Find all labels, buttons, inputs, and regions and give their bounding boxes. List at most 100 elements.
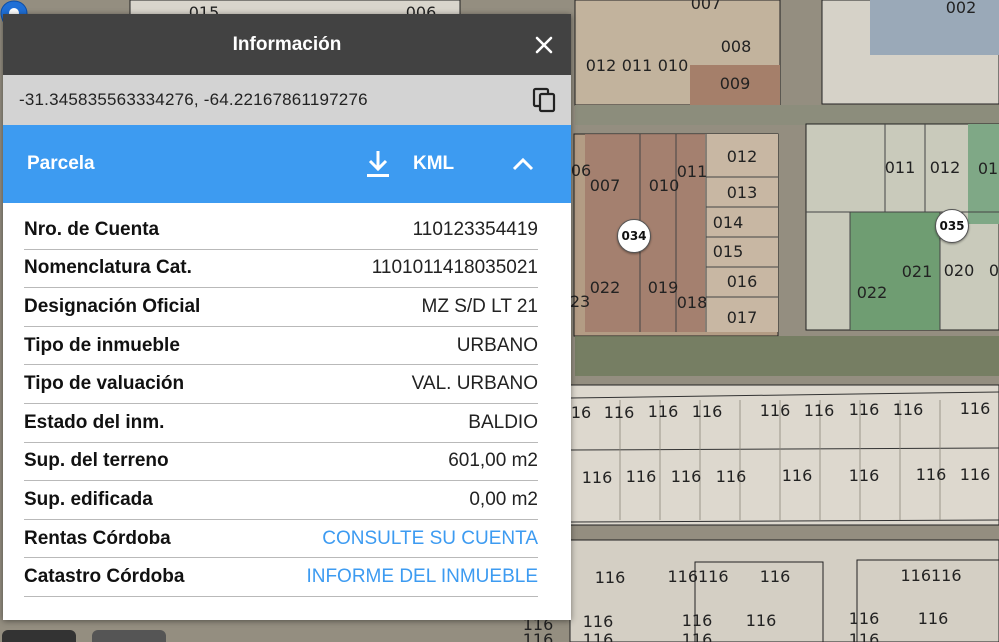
parcel-label: 116 [848,609,880,628]
parcel-label: 019 [647,278,679,297]
attribute-value: URBANO [456,334,538,356]
attribute-label: Nomenclatura Cat. [24,257,192,279]
parcel-label: 116 [582,630,614,642]
parcel-label: 06 [570,161,592,180]
parcel-label: 116116 [667,567,729,586]
download-icon[interactable] [365,149,391,179]
parcel-label: 016 [726,272,758,291]
parcel-label: 020 [943,261,975,280]
parcel-label: 01 [977,159,999,178]
rentas-link[interactable]: CONSULTE SU CUENTA [322,528,538,550]
parcel-label: 022 [589,278,621,297]
attribute-row: Sup. del terreno 601,00 m2 [24,443,538,482]
attribute-label: Sup. del terreno [24,450,169,472]
map-control-button[interactable] [2,630,76,642]
parcel-label: 116 [848,400,880,419]
parcel-label: 009 [719,74,751,93]
parcel-label: 008 [720,37,752,56]
coordinates-text: -31.345835563334276, -64.22167861197276 [19,90,368,109]
block-badge[interactable]: 034 [617,219,651,253]
parcel-label: 116 [681,611,713,630]
parcel-label: 116 [681,630,713,642]
catastro-link[interactable]: INFORME DEL INMUEBLE [306,566,538,588]
parcel-label: 015 [712,242,744,261]
parcel-label: 0 [988,261,999,280]
attribute-value: 601,00 m2 [448,450,538,472]
parcel-label: 116 [582,612,614,631]
parcel-attributes: Nro. de Cuenta 110123354419 Nomenclatura… [24,211,538,597]
parcel-label: 116 [848,466,880,485]
section-title: Parcela [27,153,95,174]
attribute-row: Nro. de Cuenta 110123354419 [24,211,538,250]
attribute-row: Estado del inm. BALDIO [24,404,538,443]
parcel-label: 116 [745,611,777,630]
attribute-row: Sup. edificada 0,00 m2 [24,481,538,520]
parcel-label: 116 [892,400,924,419]
parcel-label: 018 [676,293,708,312]
parcel-label: 011 [884,158,916,177]
parcel-label: 116116 [900,566,962,585]
parcel-label: 116 [917,609,949,628]
parcel-label: 116 [522,630,554,642]
parcel-label: 116 [581,468,613,487]
parcel-label: 012 [585,56,617,75]
attribute-label: Nro. de Cuenta [24,218,160,240]
attribute-value: BALDIO [468,411,538,433]
attribute-label: Tipo de valuación [24,373,185,395]
attribute-value: 110123354419 [412,218,538,240]
parcel-label: 011 [621,56,653,75]
parcel-label: 011 [676,162,708,181]
parcel-label: 23 [569,292,591,311]
attribute-row: Nomenclatura Cat. 1101011418035021 [24,250,538,289]
parcel-label: 022 [856,283,888,302]
parcel-label: 012 [726,147,758,166]
parcel-label: 116 [691,402,723,421]
parcel-label: 002 [945,0,977,17]
parcel-label: 116 [715,467,747,486]
parcel-label: 116 [625,467,657,486]
parcel-label: 021 [901,262,933,281]
attribute-label: Estado del inm. [24,411,165,433]
panel-header: Información [3,14,571,75]
attribute-row: Designación Oficial MZ S/D LT 21 [24,288,538,327]
panel-title: Información [232,34,342,55]
parcel-label: 013 [726,183,758,202]
attribute-value: 0,00 m2 [469,488,538,510]
attribute-row: Rentas Córdoba CONSULTE SU CUENTA [24,520,538,559]
parcel-label: 116 [803,401,835,420]
chevron-up-icon[interactable] [509,152,537,176]
attribute-label: Sup. edificada [24,488,153,510]
parcel-label: 116 [759,567,791,586]
parcel-label: 007 [690,0,722,13]
parcel-label: 116 [959,399,991,418]
attribute-label: Designación Oficial [24,295,201,317]
parcel-label: 116 [848,630,880,642]
parcela-section-header[interactable]: Parcela KML [3,125,571,203]
parcel-label: 116 [670,467,702,486]
copy-icon[interactable] [531,86,559,114]
attribute-value: MZ S/D LT 21 [421,295,539,317]
attribute-row: Catastro Córdoba INFORME DEL INMUEBLE [24,558,538,597]
parcel-label: 116 [959,465,991,484]
parcel-label: 116 [781,466,813,485]
attribute-value: 1101011418035021 [371,257,538,279]
attribute-label: Rentas Córdoba [24,527,171,549]
block-badge[interactable]: 035 [935,209,969,243]
parcel-label: 012 [929,158,961,177]
parcel-label: 010 [648,176,680,195]
parcel-label: 16 [570,403,592,422]
parcel-label: 116 [915,465,947,484]
parcel-label: 017 [726,308,758,327]
parcel-label: 007 [589,176,621,195]
attribute-row: Tipo de valuación VAL. URBANO [24,365,538,404]
parcel-label: 116 [647,402,679,421]
parcel-label: 116 [603,403,635,422]
parcel-label: 116 [759,401,791,420]
parcel-label: 010 [657,56,689,75]
coordinates-bar: -31.345835563334276, -64.22167861197276 [3,75,571,125]
map-control-button[interactable] [92,630,166,642]
attribute-value: VAL. URBANO [411,373,538,395]
kml-download-button[interactable]: KML [413,153,454,175]
parcel-label: 116 [594,568,626,587]
close-icon[interactable] [531,32,557,58]
